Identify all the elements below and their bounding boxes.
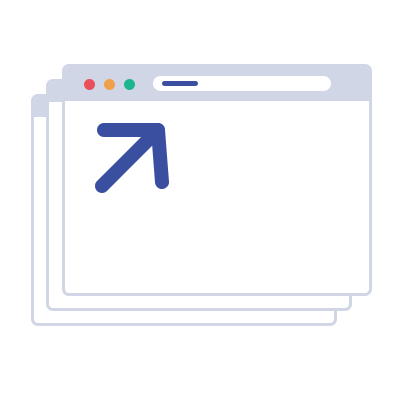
close-dot[interactable] (84, 79, 95, 90)
front-window-titlebar (65, 67, 369, 101)
address-bar[interactable] (153, 76, 331, 91)
minimize-dot[interactable] (104, 79, 115, 90)
browser-windows-illustration (0, 0, 400, 400)
maximize-dot[interactable] (124, 79, 135, 90)
arrow-up-right-icon (95, 123, 169, 193)
address-bar-text-placeholder (162, 81, 198, 86)
